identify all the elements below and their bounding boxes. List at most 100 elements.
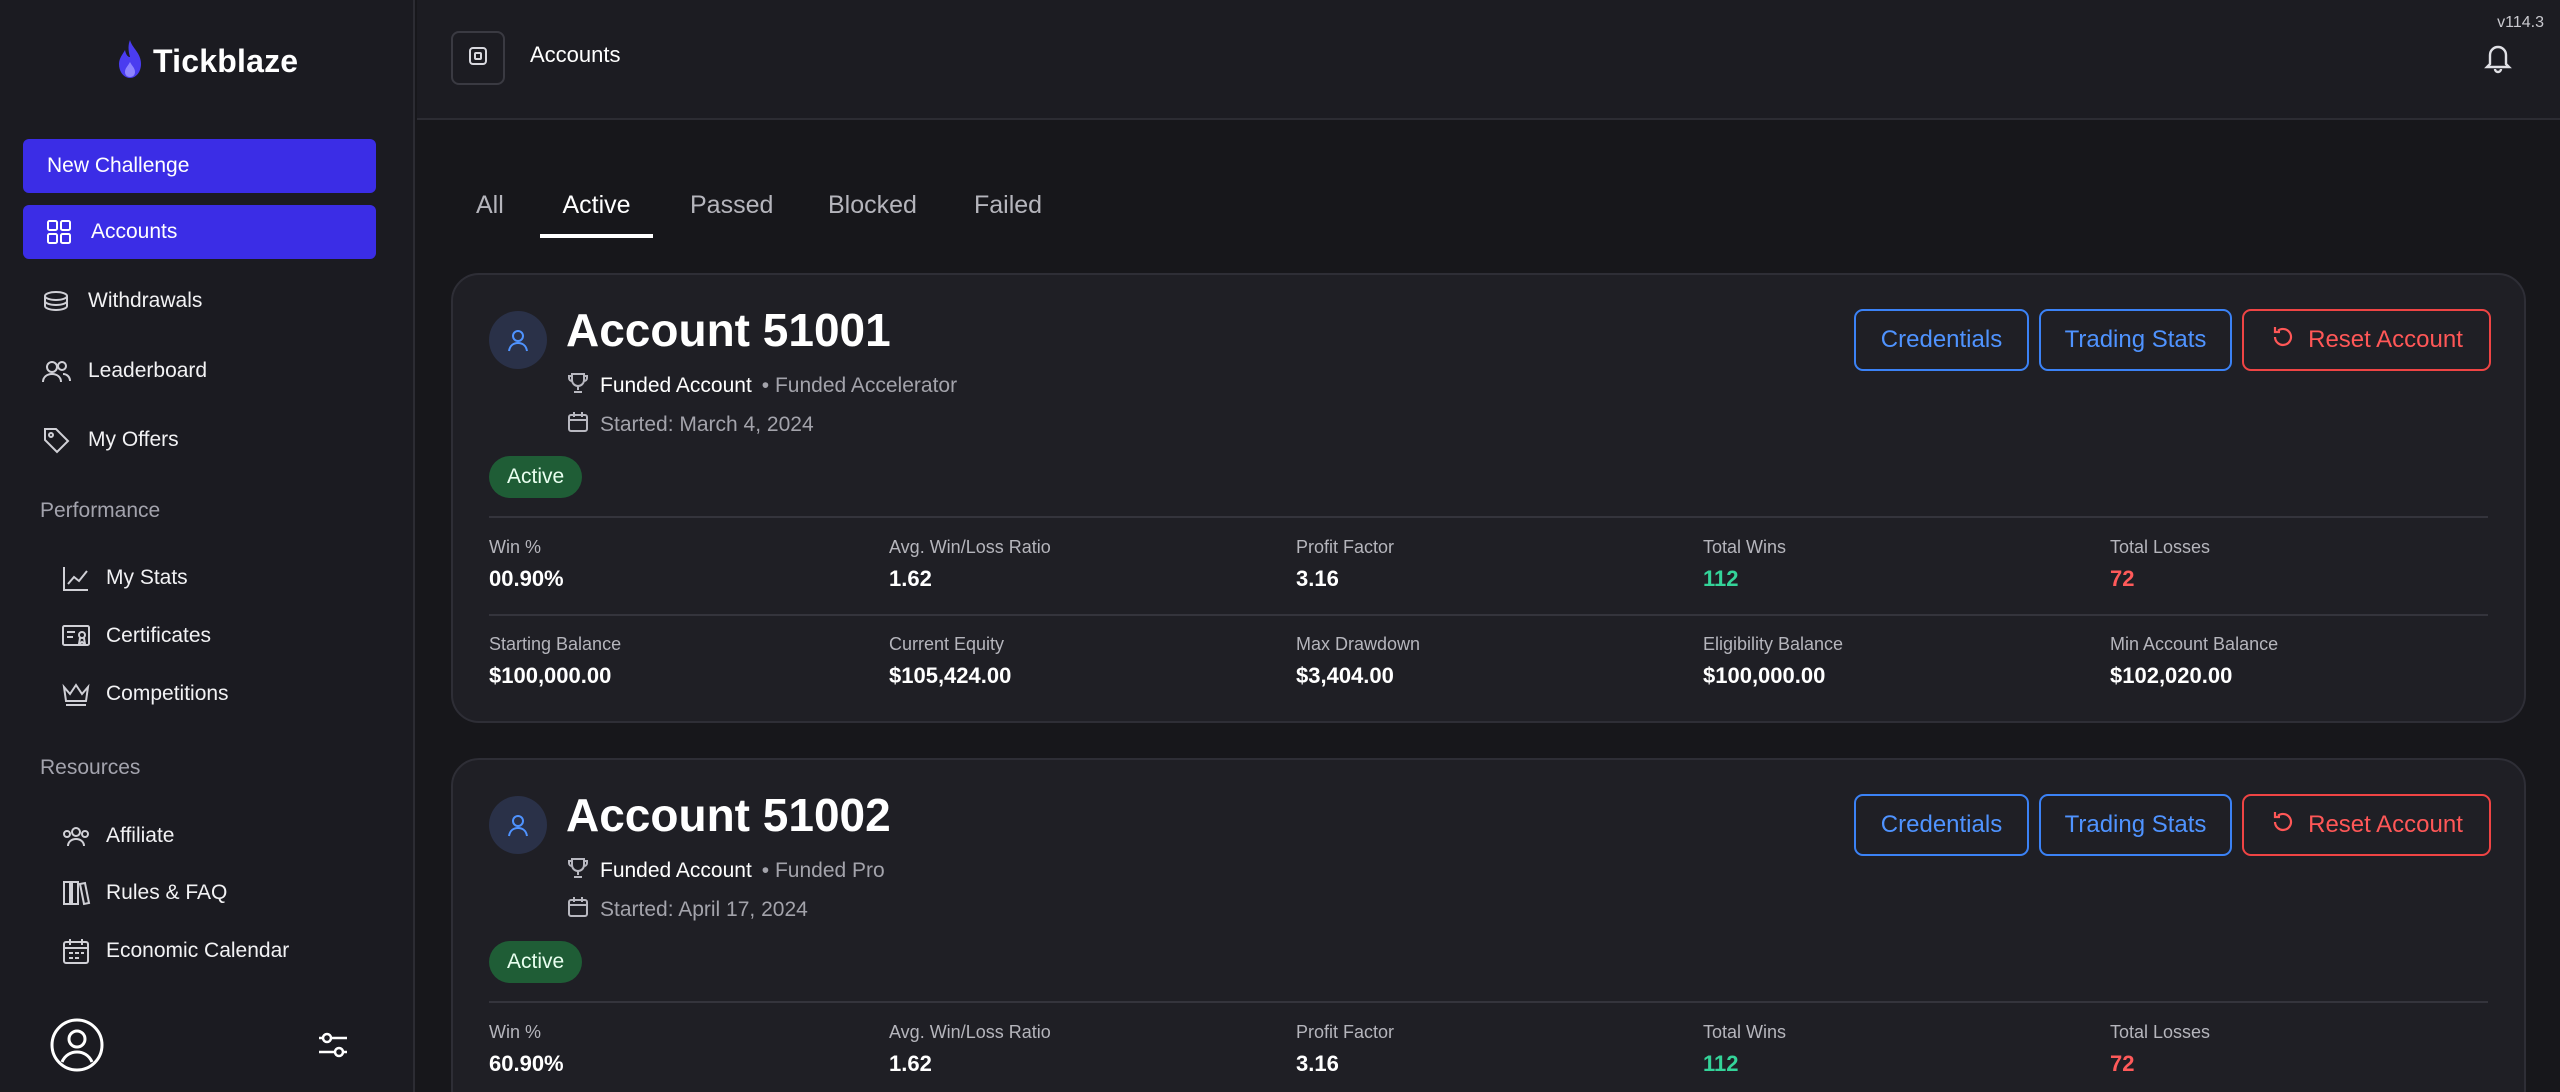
reset-account-button[interactable]: Reset Account xyxy=(2242,794,2491,856)
account-program: • Funded Accelerator xyxy=(761,374,958,397)
grid-icon xyxy=(43,216,75,248)
trading-stats-button[interactable]: Trading Stats xyxy=(2039,309,2232,371)
stat-value: $100,000.00 xyxy=(489,663,612,688)
stat-total-losses: Total Losses 72 xyxy=(2110,537,2210,592)
stat-starting-balance: Starting Balance $100,000.00 xyxy=(489,634,621,689)
logo[interactable]: Tickblaze xyxy=(115,36,298,86)
stat-value: $100,000.00 xyxy=(1703,663,1826,688)
account-start-date: Started: March 4, 2024 xyxy=(600,413,814,436)
account-type-row: Funded Account • Funded Accelerator xyxy=(566,371,957,401)
account-type: Funded Account xyxy=(600,859,752,882)
account-type-row: Funded Account • Funded Pro xyxy=(566,856,885,886)
account-start-row: Started: March 4, 2024 xyxy=(566,410,814,440)
new-challenge-label: New Challenge xyxy=(47,154,190,177)
calendar-icon xyxy=(60,935,92,967)
tab-all[interactable]: All xyxy=(476,180,504,238)
status-badge: Active xyxy=(489,456,583,498)
tab-blocked[interactable]: Blocked xyxy=(828,180,917,238)
sidebar-item-accounts[interactable]: Accounts xyxy=(23,205,376,259)
stat-label: Total Wins xyxy=(1703,537,1787,557)
section-title-resources: Resources xyxy=(40,756,141,779)
user-profile-icon[interactable] xyxy=(49,1017,105,1078)
trading-stats-label: Trading Stats xyxy=(2064,811,2207,838)
sidebar-item-rules-faq[interactable]: Rules & FAQ xyxy=(60,873,227,913)
stat-label: Avg. Win/Loss Ratio xyxy=(889,1022,1051,1042)
tab-passed[interactable]: Passed xyxy=(690,180,773,238)
account-type: Funded Account xyxy=(600,374,752,397)
certificate-icon xyxy=(60,620,92,652)
reset-icon xyxy=(2270,324,2296,357)
section-title-performance: Performance xyxy=(40,499,161,522)
account-title: Account 51001 xyxy=(566,304,891,356)
calendar-icon xyxy=(566,895,590,925)
stat-label: Profit Factor xyxy=(1296,1022,1395,1042)
crown-icon xyxy=(60,678,92,710)
flame-icon xyxy=(115,38,145,85)
stat-label: Min Account Balance xyxy=(2110,634,2279,654)
stat-label: Profit Factor xyxy=(1296,537,1395,557)
tab-active[interactable]: Active xyxy=(540,180,653,238)
sidebar-item-competitions[interactable]: Competitions xyxy=(60,674,229,714)
stat-label: Win % xyxy=(489,537,542,557)
books-icon xyxy=(60,877,92,909)
stat-win-percent: Win % 00.90% xyxy=(489,537,564,592)
new-challenge-button[interactable]: New Challenge xyxy=(23,139,376,193)
sidebar-item-leaderboard[interactable]: Leaderboard xyxy=(40,351,207,391)
trading-stats-label: Trading Stats xyxy=(2064,326,2207,353)
sidebar-item-certificates[interactable]: Certificates xyxy=(60,616,211,656)
settings-sliders-icon[interactable] xyxy=(317,1030,349,1065)
sidebar-item-label: My Offers xyxy=(88,428,179,451)
avatar xyxy=(489,796,547,854)
stat-value: 72 xyxy=(2110,1051,2135,1076)
stat-label: Win % xyxy=(489,1022,542,1042)
sidebar-item-affiliate[interactable]: Affiliate xyxy=(60,816,175,856)
stat-min-account-balance: Min Account Balance $102,020.00 xyxy=(2110,634,2278,689)
stat-value: $3,404.00 xyxy=(1296,663,1394,688)
page-icon xyxy=(467,45,489,72)
stat-current-equity: Current Equity $105,424.00 xyxy=(889,634,1011,689)
trading-stats-button[interactable]: Trading Stats xyxy=(2039,794,2232,856)
stat-profit-factor: Profit Factor 3.16 xyxy=(1296,1022,1394,1077)
stat-total-wins: Total Wins 112 xyxy=(1703,1022,1786,1077)
credentials-button[interactable]: Credentials xyxy=(1854,794,2029,856)
tag-icon xyxy=(40,424,72,456)
coins-icon xyxy=(40,285,72,317)
stat-label: Total Losses xyxy=(2110,537,2211,557)
sidebar-item-label: Certificates xyxy=(106,624,212,647)
sidebar-item-withdrawals[interactable]: Withdrawals xyxy=(40,281,202,321)
sidebar-item-label: Leaderboard xyxy=(88,359,208,382)
bell-icon[interactable] xyxy=(2481,40,2515,74)
breadcrumb-home-button[interactable] xyxy=(451,31,505,85)
stat-value: 1.62 xyxy=(889,566,932,591)
trophy-icon xyxy=(566,371,590,401)
sidebar-item-label: Affiliate xyxy=(106,824,175,847)
stat-value: 60.90% xyxy=(489,1051,564,1076)
sidebar-item-label: Withdrawals xyxy=(88,289,203,312)
stat-value: 3.16 xyxy=(1296,1051,1339,1076)
sidebar-item-economic-calendar[interactable]: Economic Calendar xyxy=(60,931,289,971)
avatar xyxy=(489,311,547,369)
app-root: Tickblaze New Challenge Accounts Withdra… xyxy=(0,0,2560,1092)
divider xyxy=(489,614,2488,616)
sidebar-item-label: Accounts xyxy=(91,220,178,243)
sidebar-item-my-stats[interactable]: My Stats xyxy=(60,558,188,598)
tab-failed[interactable]: Failed xyxy=(974,180,1042,238)
reset-account-label: Reset Account xyxy=(2308,326,2463,353)
stat-value: 1.62 xyxy=(889,1051,932,1076)
sidebar-item-label: Rules & FAQ xyxy=(106,881,228,904)
account-card: Account 51001 Funded Account • Funded Ac… xyxy=(451,273,2526,723)
credentials-button[interactable]: Credentials xyxy=(1854,309,2029,371)
users-icon xyxy=(40,355,72,387)
users-icon xyxy=(60,820,92,852)
stat-total-wins: Total Wins 112 xyxy=(1703,537,1786,592)
reset-account-button[interactable]: Reset Account xyxy=(2242,309,2491,371)
account-card: Account 51002 Funded Account • Funded Pr… xyxy=(451,758,2526,1092)
stat-value: 112 xyxy=(1703,566,1739,591)
chart-line-icon xyxy=(60,562,92,594)
stat-value: $102,020.00 xyxy=(2110,663,2233,688)
stat-label: Max Drawdown xyxy=(1296,634,1421,654)
stat-avg-win-loss: Avg. Win/Loss Ratio 1.62 xyxy=(889,1022,1051,1077)
calendar-icon xyxy=(566,410,590,440)
credentials-label: Credentials xyxy=(1880,811,2003,838)
sidebar-item-my-offers[interactable]: My Offers xyxy=(40,420,179,460)
